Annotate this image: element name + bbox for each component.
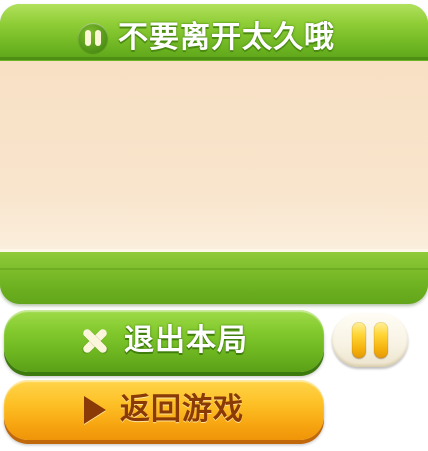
dialog-header: 不要离开太久哦 bbox=[0, 4, 428, 60]
pause-toggle-button[interactable] bbox=[332, 313, 408, 367]
return-to-game-label: 返回游戏 bbox=[120, 392, 244, 427]
pause-icon-bar bbox=[374, 322, 388, 358]
close-icon bbox=[80, 326, 110, 356]
dialog-footer bbox=[0, 252, 428, 304]
dialog-title-row: 不要离开太久哦 bbox=[78, 18, 335, 58]
dialog-content-area bbox=[0, 61, 428, 252]
pause-icon-bar-left bbox=[85, 30, 91, 46]
pause-icon bbox=[78, 23, 108, 53]
pause-dialog: 不要离开太久哦 bbox=[0, 4, 428, 304]
play-icon bbox=[84, 396, 106, 424]
return-to-game-button[interactable]: 返回游戏 bbox=[4, 380, 324, 440]
dialog-title: 不要离开太久哦 bbox=[118, 20, 335, 55]
pause-icon bbox=[352, 322, 366, 358]
pause-icon-bar-right bbox=[95, 30, 101, 46]
exit-round-label: 退出本局 bbox=[124, 323, 248, 358]
exit-round-button[interactable]: 退出本局 bbox=[4, 310, 324, 372]
